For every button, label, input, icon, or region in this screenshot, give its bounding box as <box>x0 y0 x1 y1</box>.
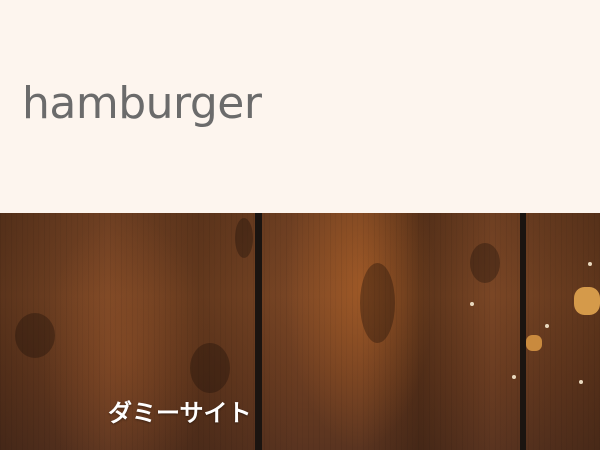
site-header: hamburger <box>0 0 600 213</box>
crumb-speck <box>545 324 549 328</box>
wood-grain-texture <box>0 213 600 450</box>
crumb-speck <box>512 375 516 379</box>
site-title[interactable]: hamburger <box>22 76 262 132</box>
wood-stain <box>15 313 55 358</box>
hero-title: ダミーサイト <box>108 398 252 427</box>
crumb-speck <box>588 262 592 266</box>
wood-stain <box>190 343 230 393</box>
bread-crumb <box>574 287 600 315</box>
wood-stain <box>235 218 253 258</box>
wood-stain <box>470 243 500 283</box>
plank-seam <box>255 213 262 450</box>
crumb-speck <box>579 380 583 384</box>
hero-banner <box>0 213 600 450</box>
wood-stain <box>360 263 395 343</box>
crumb-speck <box>470 302 474 306</box>
bread-crumb <box>526 335 542 351</box>
plank-seam <box>520 213 526 450</box>
